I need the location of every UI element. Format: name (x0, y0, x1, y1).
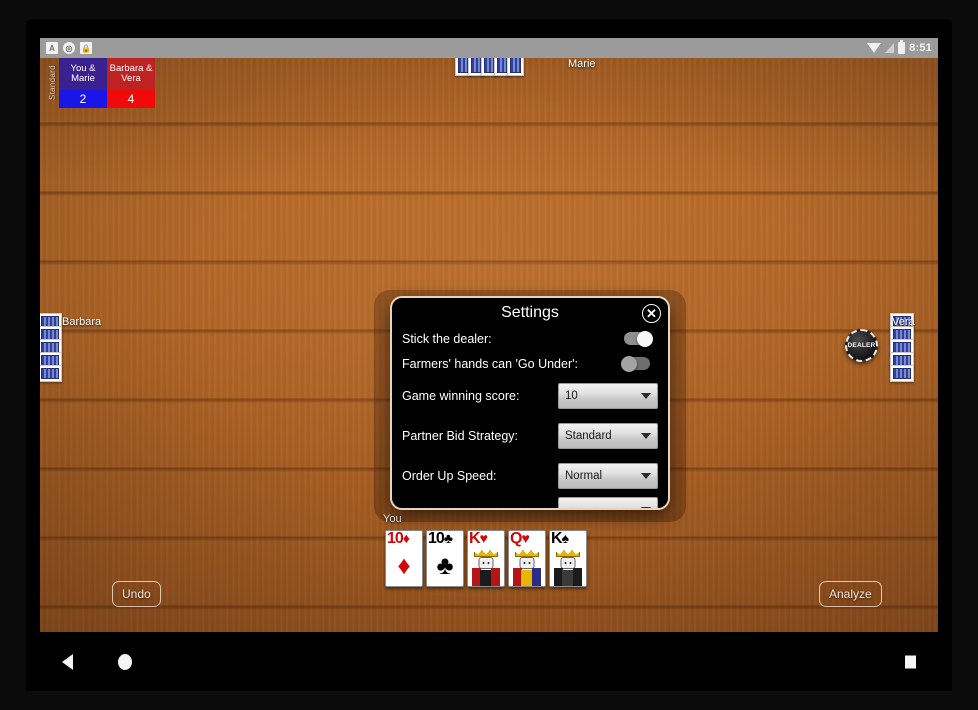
scoreboard[interactable]: Standard You & Marie 2 Barbara & Vera 4 (46, 58, 155, 108)
status-bar-system-icons: 8:51 (867, 40, 932, 54)
chevron-down-icon (641, 393, 651, 399)
android-status-bar: A ◎ 🔒 8:51 (40, 38, 938, 58)
player-name-you: You (383, 513, 402, 525)
close-icon[interactable]: ✕ (642, 304, 661, 323)
setting-row-order-up-speed[interactable]: Order Up Speed: Normal (402, 456, 658, 496)
scoreboard-mode-label: Standard (48, 65, 57, 101)
order-up-speed-select[interactable]: Normal (558, 463, 658, 489)
card-back (40, 365, 62, 382)
setting-row-clipped[interactable] (402, 496, 658, 508)
chevron-down-icon (641, 433, 651, 439)
status-bar-notifications: A ◎ 🔒 (46, 42, 92, 54)
card-rank: K (469, 530, 481, 547)
card-rank: 10 (428, 530, 445, 547)
setting-label: Farmers' hands can 'Go Under': (402, 356, 578, 371)
farmers-go-under-toggle[interactable] (621, 355, 650, 372)
select-value: Standard (565, 430, 612, 442)
recent-apps-icon[interactable] (905, 655, 916, 669)
player-hand[interactable]: 10 ♦ ♦ 10 ♣ ♣ K ♥ Q ♥ K ♠ (385, 530, 587, 587)
settings-dialog-title: Settings (501, 304, 559, 321)
battery-icon (898, 40, 906, 54)
barbara-card-backs (40, 313, 64, 393)
setting-row-game-winning-score[interactable]: Game winning score: 10 (402, 376, 658, 416)
hand-card[interactable]: K ♠ (549, 530, 587, 587)
game-winning-score-select[interactable]: 10 (558, 383, 658, 409)
status-bar-clock: 8:51 (909, 42, 932, 54)
app-icon: A (46, 42, 58, 54)
card-center-pip: ♣ (436, 550, 454, 580)
player-name-barbara: Barbara (62, 316, 102, 328)
scoreboard-team-2: Barbara & Vera 4 (107, 58, 155, 108)
card-suit-icon: ♥ (521, 530, 529, 546)
card-suit-icon: ♦ (402, 530, 410, 546)
card-back (890, 365, 914, 382)
select-value: Normal (565, 470, 603, 482)
setting-row-farmers-go-under[interactable]: Farmers' hands can 'Go Under': (402, 351, 658, 376)
dealer-chip-icon: DEALER (845, 329, 878, 362)
card-center-pip: ♦ (397, 550, 411, 580)
setting-label: Stick the dealer: (402, 331, 492, 346)
team-2-score: 4 (107, 90, 155, 108)
queen-face-art-icon (512, 550, 542, 586)
setting-row-partner-bid-strategy[interactable]: Partner Bid Strategy: Standard (402, 416, 658, 456)
partner-bid-strategy-select[interactable]: Standard (558, 423, 658, 449)
scoreboard-team-1: You & Marie 2 (59, 58, 107, 108)
marie-card-backs (455, 58, 535, 78)
hand-card[interactable]: 10 ♦ ♦ (385, 530, 423, 587)
chevron-down-icon (641, 473, 651, 479)
undo-button[interactable]: Undo (112, 581, 161, 607)
hand-card[interactable]: K ♥ (467, 530, 505, 587)
wifi-icon (867, 43, 882, 53)
back-icon[interactable] (62, 654, 73, 670)
settings-dialog: Settings ✕ Stick the dealer: Farmers' ha… (390, 296, 670, 510)
setting-label: Order Up Speed: (402, 469, 497, 483)
card-suit-icon: ♥ (479, 530, 488, 546)
card-back (507, 58, 524, 76)
sync-circle-icon: ◎ (63, 42, 75, 54)
team-1-score: 2 (59, 90, 107, 108)
select-value: 10 (565, 390, 578, 402)
lock-icon: 🔒 (80, 42, 92, 54)
team-2-name: Barbara & Vera (107, 58, 155, 90)
setting-label: Game winning score: (402, 389, 520, 403)
setting-label: Partner Bid Strategy: (402, 429, 519, 443)
card-rank: K (551, 530, 563, 547)
player-name-vera: Vera (892, 316, 915, 328)
player-name-marie: Marie (568, 58, 596, 70)
card-rank: 10 (387, 530, 404, 547)
signal-icon (885, 43, 895, 53)
team-1-name: You & Marie (59, 58, 107, 90)
tablet-device-frame: A ◎ 🔒 8:51 Standard You & Marie 2 Barbar… (0, 0, 978, 710)
analyze-button[interactable]: Analyze (819, 581, 882, 607)
king-face-art-icon (471, 550, 501, 586)
hand-card[interactable]: Q ♥ (508, 530, 546, 587)
android-navigation-bar (26, 633, 952, 691)
card-rank: Q (510, 530, 522, 547)
game-table: Standard You & Marie 2 Barbara & Vera 4 (40, 58, 938, 632)
card-suit-icon: ♣ (443, 530, 453, 546)
clipped-select[interactable] (558, 497, 658, 508)
setting-row-stick-the-dealer[interactable]: Stick the dealer: (402, 326, 658, 351)
stick-the-dealer-toggle[interactable] (624, 330, 653, 347)
king-spade-face-art-icon (553, 550, 583, 586)
hand-card[interactable]: 10 ♣ ♣ (426, 530, 464, 587)
settings-dialog-body: Stick the dealer: Farmers' hands can 'Go… (392, 326, 668, 508)
chevron-down-icon (641, 507, 651, 508)
card-suit-icon: ♠ (561, 530, 570, 546)
home-icon[interactable] (118, 654, 132, 670)
